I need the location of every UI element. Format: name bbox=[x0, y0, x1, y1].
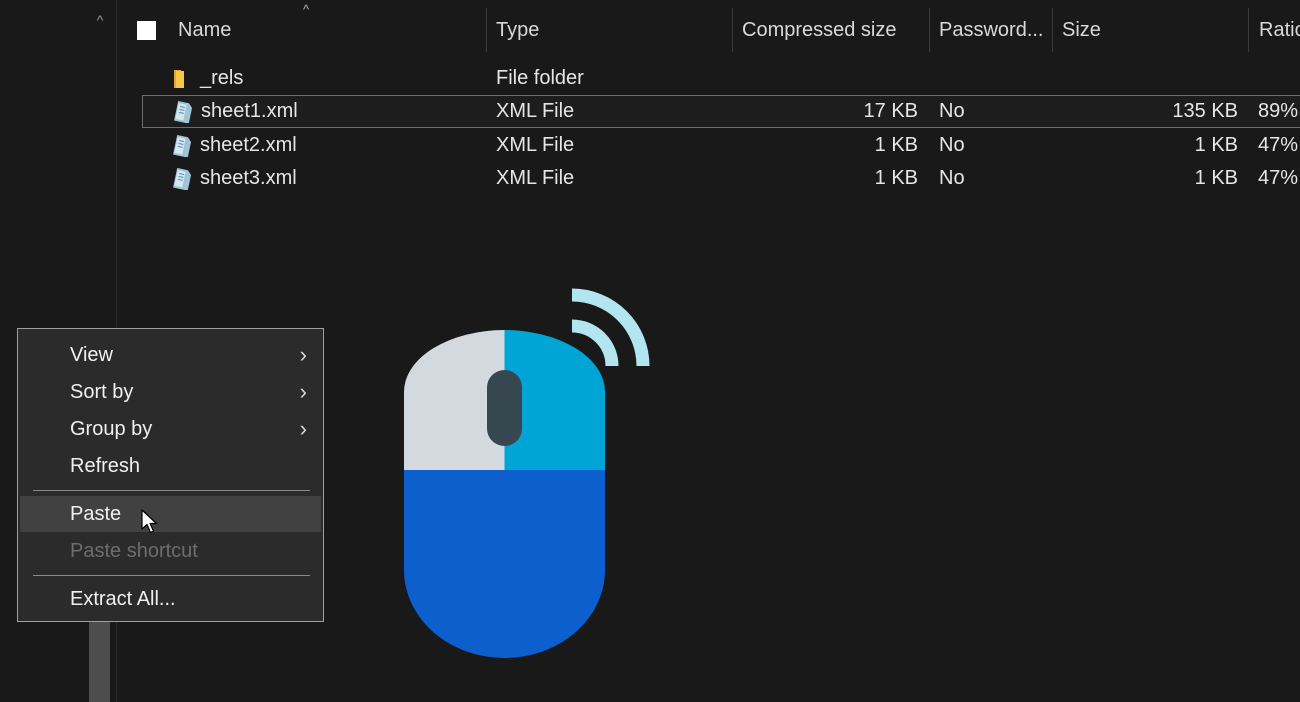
file-compressed-size: 17 KB bbox=[863, 100, 918, 122]
menu-item-paste-shortcut: Paste shortcut bbox=[20, 533, 321, 569]
sort-ascending-icon: ^ bbox=[303, 2, 310, 17]
menu-separator bbox=[33, 490, 310, 491]
chevron-right-icon: › bbox=[299, 379, 307, 404]
column-header-ratio[interactable]: Ratio bbox=[1259, 8, 1300, 52]
menu-item-label: Sort by bbox=[70, 381, 134, 403]
file-ratio: 47% bbox=[1258, 134, 1299, 156]
file-password: No bbox=[939, 167, 965, 189]
menu-separator bbox=[33, 575, 310, 576]
column-header-name[interactable]: Name bbox=[178, 8, 478, 52]
file-size: 1 KB bbox=[1194, 134, 1238, 156]
column-divider[interactable] bbox=[486, 8, 487, 52]
file-name: sheet2.xml bbox=[200, 134, 297, 156]
menu-item-label: Group by bbox=[70, 418, 153, 440]
file-size: 135 KB bbox=[1172, 100, 1238, 122]
file-type: XML File bbox=[496, 134, 575, 156]
chevron-up-icon[interactable]: ^ bbox=[92, 12, 108, 28]
file-row-rels[interactable]: _rels File folder bbox=[142, 62, 1300, 95]
column-header-type[interactable]: Type bbox=[496, 8, 726, 52]
menu-item-label: Paste shortcut bbox=[70, 540, 198, 562]
xml-file-icon bbox=[174, 101, 193, 123]
file-row-sheet2[interactable]: sheet2.xml XML File 1 KB No 1 KB 47% bbox=[142, 129, 1300, 162]
menu-item-view[interactable]: View › bbox=[20, 337, 321, 373]
file-compressed-size: 1 KB bbox=[874, 134, 918, 156]
file-compressed-size: 1 KB bbox=[874, 167, 918, 189]
column-header-row: Name ^ Type Compressed size Password... … bbox=[117, 2, 1300, 52]
column-divider[interactable] bbox=[929, 8, 930, 52]
menu-item-label: View bbox=[70, 344, 113, 366]
file-name: _rels bbox=[200, 67, 244, 89]
menu-item-group-by[interactable]: Group by › bbox=[20, 411, 321, 447]
file-type: File folder bbox=[496, 67, 584, 89]
menu-item-sort-by[interactable]: Sort by › bbox=[20, 374, 321, 410]
file-row-sheet3[interactable]: sheet3.xml XML File 1 KB No 1 KB 47% bbox=[142, 162, 1300, 195]
file-ratio: 89% bbox=[1258, 100, 1299, 122]
menu-item-paste[interactable]: Paste bbox=[20, 496, 321, 532]
xml-file-icon bbox=[173, 168, 192, 190]
file-type: XML File bbox=[496, 167, 575, 189]
chevron-right-icon: › bbox=[299, 342, 307, 367]
folder-icon bbox=[174, 70, 184, 88]
file-ratio: 47% bbox=[1258, 167, 1299, 189]
file-password: No bbox=[939, 134, 965, 156]
file-password: No bbox=[939, 100, 965, 122]
select-all-checkbox[interactable] bbox=[137, 21, 156, 40]
menu-item-extract-all[interactable]: Extract All... bbox=[20, 581, 321, 617]
column-header-compressed-size[interactable]: Compressed size bbox=[742, 8, 927, 52]
column-divider[interactable] bbox=[732, 8, 733, 52]
file-size: 1 KB bbox=[1194, 167, 1238, 189]
cursor-arrow-icon bbox=[141, 509, 158, 534]
menu-item-refresh[interactable]: Refresh bbox=[20, 448, 321, 484]
menu-item-label: Paste bbox=[70, 503, 122, 525]
column-header-size[interactable]: Size bbox=[1062, 8, 1242, 52]
nav-scrollbar-thumb[interactable] bbox=[89, 622, 110, 702]
file-row-sheet1[interactable]: sheet1.xml XML File 17 KB No 135 KB 89% bbox=[142, 95, 1300, 128]
column-divider[interactable] bbox=[1052, 8, 1053, 52]
xml-file-icon bbox=[173, 135, 192, 157]
file-type: XML File bbox=[496, 100, 575, 122]
file-name: sheet3.xml bbox=[200, 167, 297, 189]
context-menu: View › Sort by › Group by › Refresh Past… bbox=[17, 328, 324, 622]
chevron-right-icon: › bbox=[299, 416, 307, 441]
file-name: sheet1.xml bbox=[201, 100, 298, 122]
menu-item-label: Extract All... bbox=[70, 588, 176, 610]
column-header-password[interactable]: Password... bbox=[939, 8, 1057, 52]
wireless-mouse-icon bbox=[404, 288, 650, 658]
menu-item-label: Refresh bbox=[70, 455, 141, 477]
column-divider[interactable] bbox=[1248, 8, 1249, 52]
